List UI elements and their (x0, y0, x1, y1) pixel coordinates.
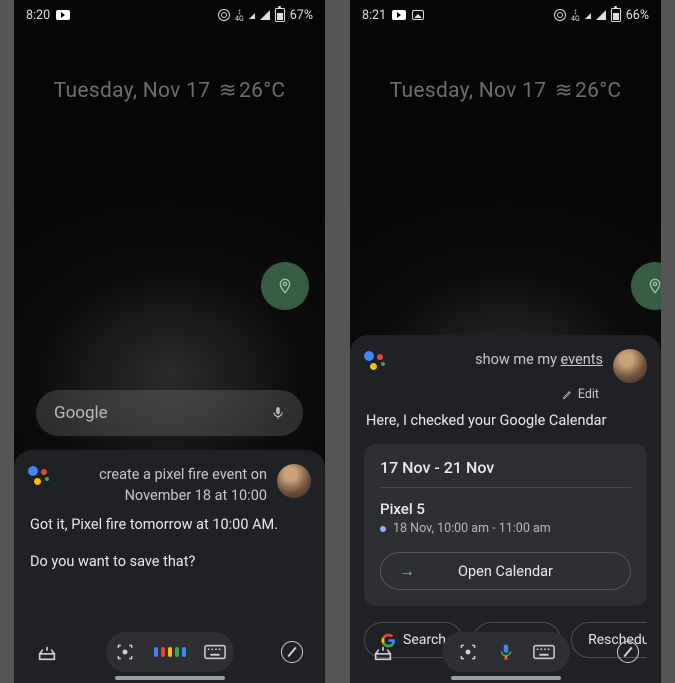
event-title[interactable]: Pixel 5 (380, 500, 631, 518)
weather-icon: ≋ (555, 78, 567, 103)
user-prompt-text: show me my events (396, 349, 603, 370)
youtube-icon (392, 10, 406, 20)
assistant-logo-icon (28, 466, 50, 488)
calendar-card: 17 Nov - 21 Nov Pixel 5 18 Nov, 10:00 am… (364, 444, 647, 606)
weather-line: Tuesday, Nov 17 ≋ 26°C (350, 78, 661, 103)
user-prompt-text: create a pixel fire event on November 18… (60, 464, 267, 506)
tray-icon[interactable] (372, 641, 394, 663)
battery-icon (611, 8, 621, 22)
signal-icon (596, 10, 606, 20)
status-time: 8:20 (26, 8, 50, 23)
assistant-voice-icon[interactable] (154, 647, 186, 657)
status-bar: 8:20 ↕4G 67% (14, 0, 325, 26)
explore-icon[interactable] (281, 641, 303, 663)
network-4g-icon: ↕4G (571, 8, 580, 23)
hotspot-icon (218, 9, 230, 21)
open-calendar-button[interactable]: → Open Calendar (380, 552, 631, 590)
tray-icon[interactable] (36, 641, 58, 663)
divider (380, 487, 631, 488)
location-bubble[interactable] (631, 262, 661, 310)
network-4g-icon: ↕4G (235, 8, 244, 23)
location-pin-icon (647, 275, 661, 297)
calendar-date-range: 17 Nov - 21 Nov (380, 458, 631, 477)
location-pin-icon (277, 275, 293, 297)
assistant-response: Got it, Pixel fire tomorrow at 10:00 AM.… (30, 514, 311, 573)
assistant-input-pill[interactable] (106, 632, 234, 672)
phone-left: 8:20 ↕4G 67% Tuesday, Nov 17 ≋ 26°C Goog… (14, 0, 325, 683)
lens-icon[interactable] (457, 641, 479, 663)
user-avatar[interactable] (277, 464, 311, 498)
assistant-logo-icon (364, 351, 386, 373)
battery-percent: 67% (290, 8, 313, 23)
home-handle[interactable] (115, 676, 225, 680)
weather-icon: ≋ (219, 78, 231, 103)
user-prompt-row: create a pixel fire event on November 18… (28, 464, 311, 506)
status-time: 8:21 (362, 8, 386, 23)
google-search-pill[interactable]: Google (36, 390, 303, 436)
lens-icon[interactable] (114, 641, 136, 663)
google-search-label: Google (54, 403, 108, 423)
user-avatar[interactable] (613, 349, 647, 383)
signal-icon-small (249, 13, 255, 19)
weather-line: Tuesday, Nov 17 ≋ 26°C (14, 78, 325, 103)
mic-icon[interactable] (271, 403, 285, 423)
hotspot-icon (554, 9, 566, 21)
youtube-icon (56, 10, 70, 20)
user-prompt-row: show me my events (364, 349, 647, 383)
edit-prompt-row[interactable]: Edit (364, 387, 599, 402)
location-bubble[interactable] (261, 262, 309, 310)
mic-icon[interactable] (497, 640, 515, 664)
assistant-dock (14, 621, 325, 683)
assistant-response: Here, I checked your Google Calendar (366, 410, 647, 432)
keyboard-icon[interactable] (204, 641, 226, 663)
edit-label: Edit (578, 387, 599, 402)
pencil-icon (562, 389, 573, 400)
event-time: 18 Nov, 10:00 am - 11:00 am (380, 521, 631, 536)
event-color-dot (380, 526, 386, 532)
assistant-input-pill[interactable] (442, 632, 570, 672)
screenshot-icon (412, 10, 424, 20)
battery-percent: 66% (626, 8, 649, 23)
keyboard-icon[interactable] (533, 641, 555, 663)
home-handle[interactable] (451, 676, 561, 680)
signal-icon (260, 10, 270, 20)
assistant-dock (350, 621, 661, 683)
arrow-right-icon: → (399, 561, 415, 581)
signal-icon-small (585, 13, 591, 19)
explore-icon[interactable] (617, 641, 639, 663)
status-bar: 8:21 ↕4G 66% (350, 0, 661, 26)
battery-icon (275, 8, 285, 22)
phone-right: 8:21 ↕4G 66% Tuesday, Nov 17 ≋ 26°C show… (350, 0, 661, 683)
